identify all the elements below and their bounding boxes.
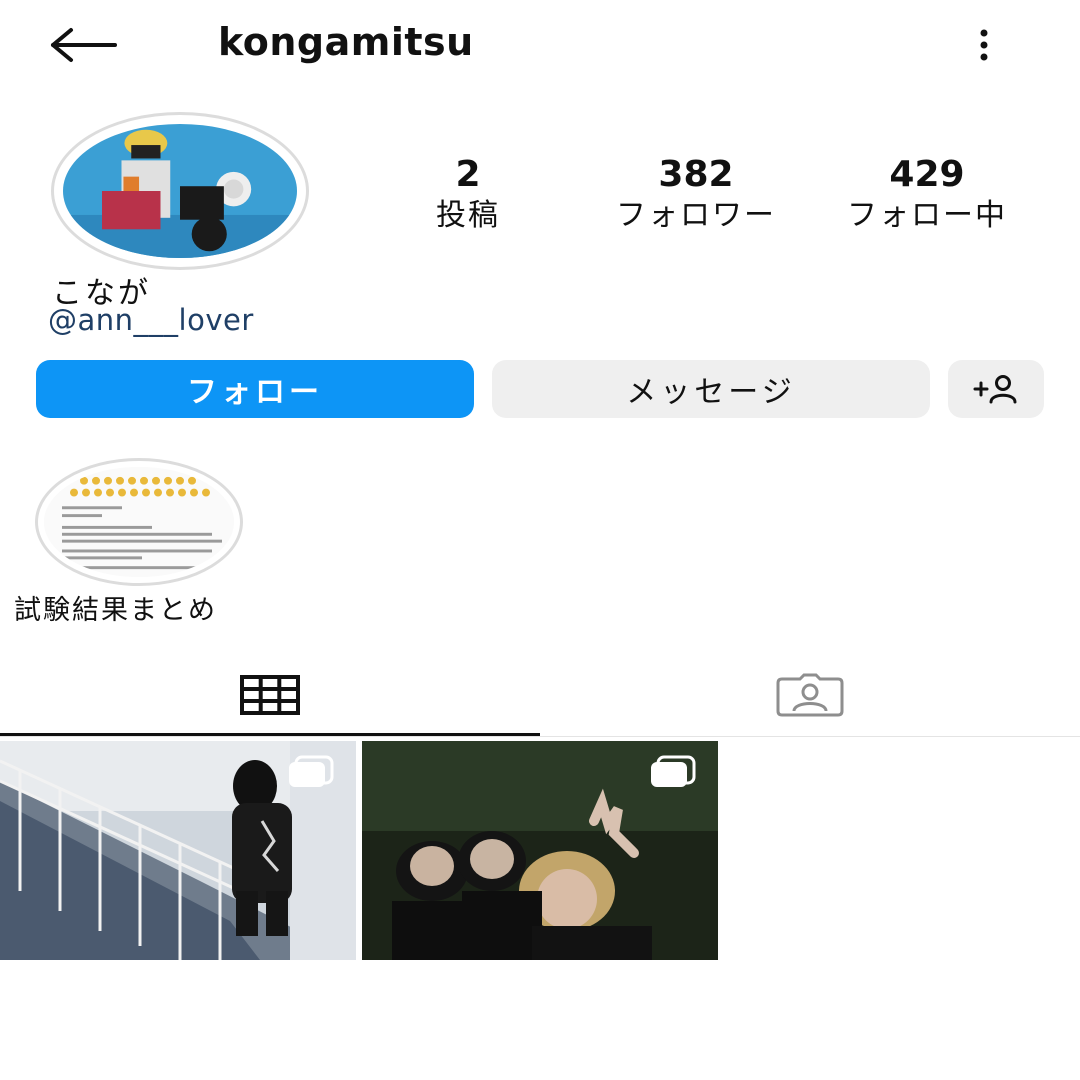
back-button[interactable] bbox=[48, 22, 120, 68]
linked-account-link[interactable]: @ann___lover bbox=[48, 303, 254, 337]
tab-tagged[interactable] bbox=[540, 660, 1080, 730]
tab-posts-grid[interactable] bbox=[0, 660, 540, 730]
more-vertical-icon bbox=[980, 29, 988, 61]
post-thumbnail[interactable] bbox=[362, 741, 718, 960]
avatar-image bbox=[63, 124, 297, 258]
tab-divider bbox=[0, 736, 1080, 737]
grid-icon bbox=[240, 675, 300, 715]
stat-posts[interactable]: 2 投稿 bbox=[408, 155, 528, 237]
stat-following[interactable]: 429 フォロー中 bbox=[820, 155, 1034, 237]
carousel-icon bbox=[289, 755, 334, 787]
followers-label: フォロワー bbox=[616, 198, 776, 233]
posts-count: 2 bbox=[455, 154, 481, 195]
profile-avatar[interactable] bbox=[51, 112, 309, 270]
followers-count: 382 bbox=[658, 154, 734, 195]
tagged-person-icon bbox=[776, 673, 844, 717]
add-user-icon bbox=[973, 375, 1017, 404]
following-count: 429 bbox=[889, 154, 965, 195]
follow-button[interactable]: フォロー bbox=[36, 360, 474, 418]
posts-label: 投稿 bbox=[436, 198, 500, 233]
post-thumbnail[interactable] bbox=[0, 741, 356, 960]
arrow-left-icon bbox=[51, 28, 117, 62]
top-bar: kongamitsu bbox=[0, 0, 1080, 90]
highlight-cover-image bbox=[44, 467, 234, 577]
highlight-label: 試験結果まとめ bbox=[14, 595, 217, 626]
stat-followers[interactable]: 382 フォロワー bbox=[588, 155, 804, 237]
following-label: フォロー中 bbox=[847, 198, 1007, 233]
story-highlight[interactable] bbox=[35, 458, 243, 586]
more-options-button[interactable] bbox=[966, 22, 1002, 68]
profile-username: kongamitsu bbox=[218, 20, 474, 64]
message-button[interactable]: メッセージ bbox=[492, 360, 930, 418]
suggest-users-button[interactable] bbox=[948, 360, 1044, 418]
carousel-icon bbox=[651, 755, 696, 787]
